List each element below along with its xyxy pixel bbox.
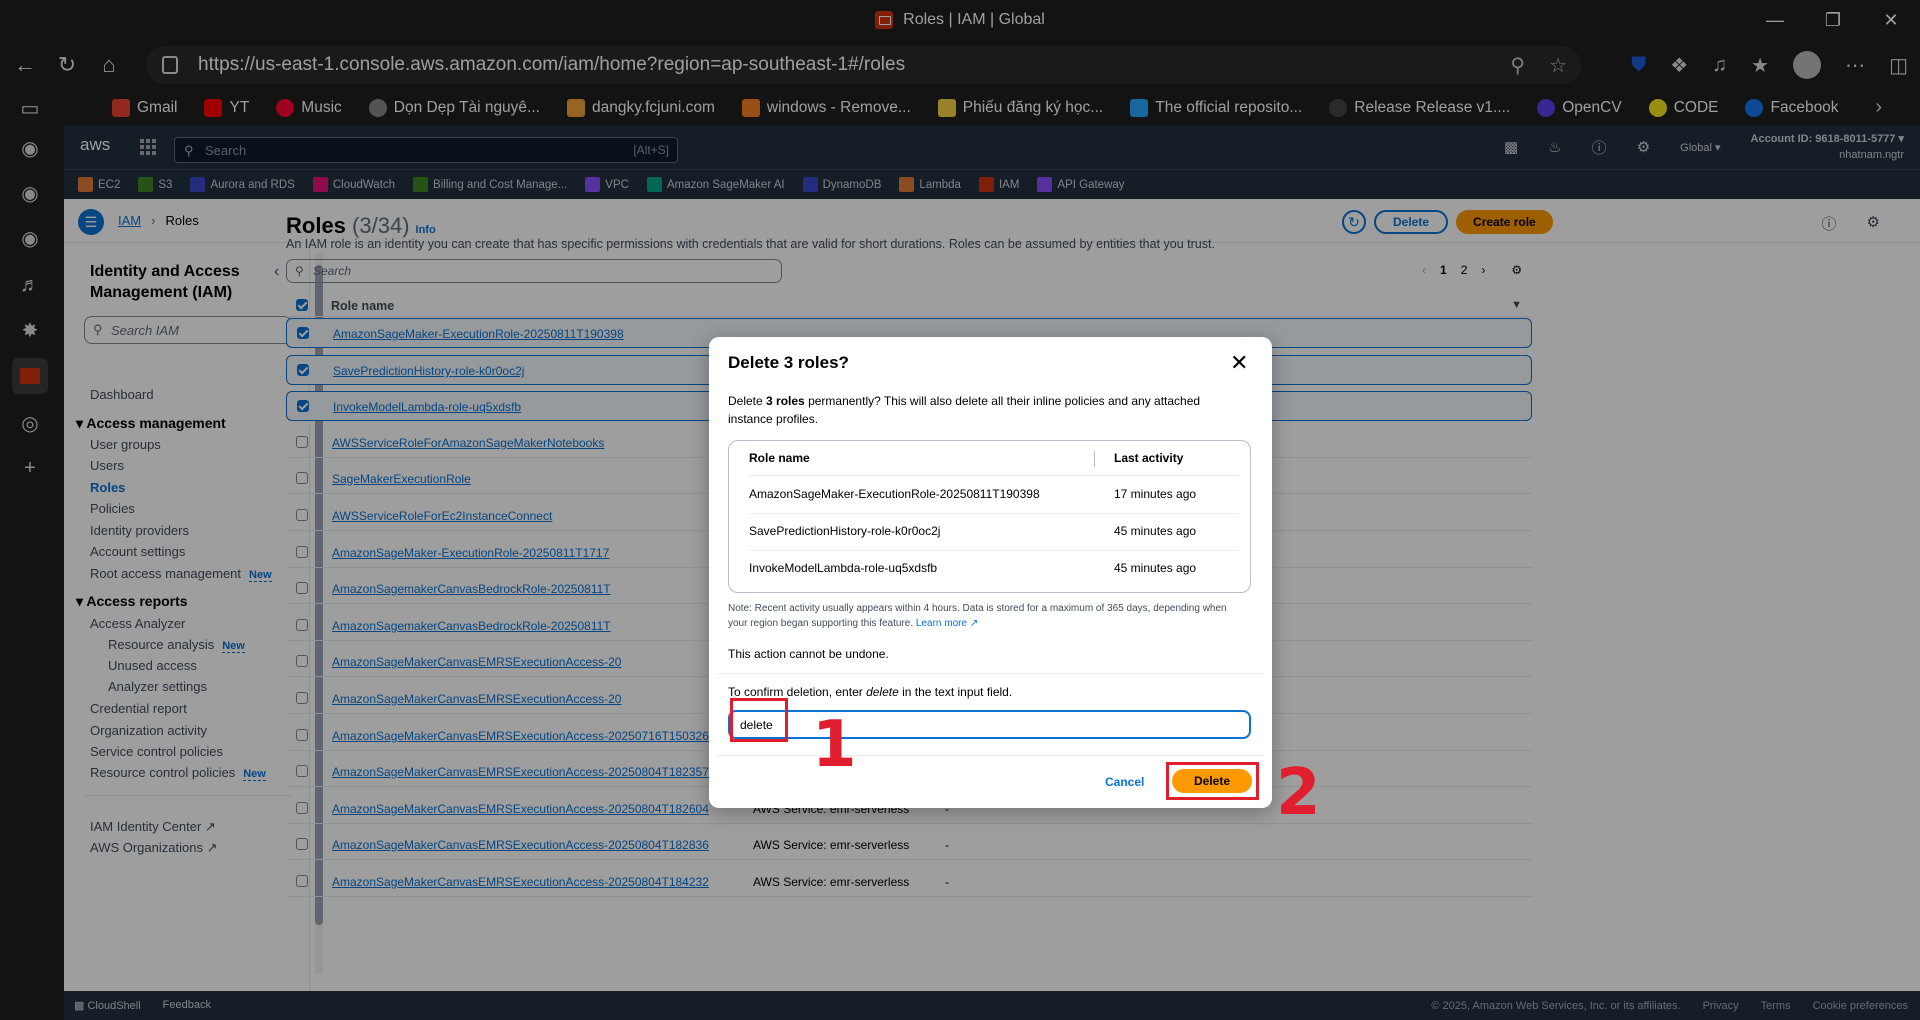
close-icon[interactable]: ✕ [1230, 350, 1248, 376]
irreversible-warning: This action cannot be undone. [728, 647, 889, 661]
external-link-icon: ↗ [969, 618, 979, 629]
annotation-number-1: 1 [812, 708, 857, 782]
dialog-role-name: InvokeModelLambda-role-uq5xdsfb [749, 561, 938, 575]
confirm-delete-input[interactable]: delete [728, 710, 1251, 739]
annotation-box-input [730, 698, 788, 742]
cancel-button[interactable]: Cancel [1105, 775, 1144, 789]
dialog-last-activity: 45 minutes ago [1114, 524, 1197, 538]
dialog-title: Delete 3 roles? [728, 353, 849, 372]
confirm-instruction: To confirm deletion, enter delete in the… [728, 685, 1013, 699]
dialog-last-activity: 45 minutes ago [1114, 561, 1197, 575]
dialog-divider [717, 673, 1264, 674]
column-divider [1094, 451, 1095, 467]
delete-roles-dialog: Delete 3 roles? ✕ Delete 3 roles permane… [709, 337, 1272, 808]
learn-more-link[interactable]: Learn more [916, 618, 967, 629]
col-role-name: Role name [749, 451, 810, 465]
dialog-divider [717, 755, 1264, 756]
activity-note: Note: Recent activity usually appears wi… [728, 603, 1227, 629]
dialog-role-name: AmazonSageMaker-ExecutionRole-20250811T1… [749, 487, 1040, 501]
dialog-last-activity: 17 minutes ago [1114, 487, 1197, 501]
dialog-role-name: SavePredictionHistory-role-k0r0oc2j [749, 524, 941, 538]
annotation-box-delete [1166, 762, 1259, 800]
annotation-number-2: 2 [1276, 756, 1321, 830]
roles-to-delete-table: Role name Last activity AmazonSageMaker-… [728, 440, 1251, 593]
dialog-description: Delete 3 roles permanently? This will al… [728, 394, 1201, 426]
col-last-activity: Last activity [1114, 451, 1184, 465]
